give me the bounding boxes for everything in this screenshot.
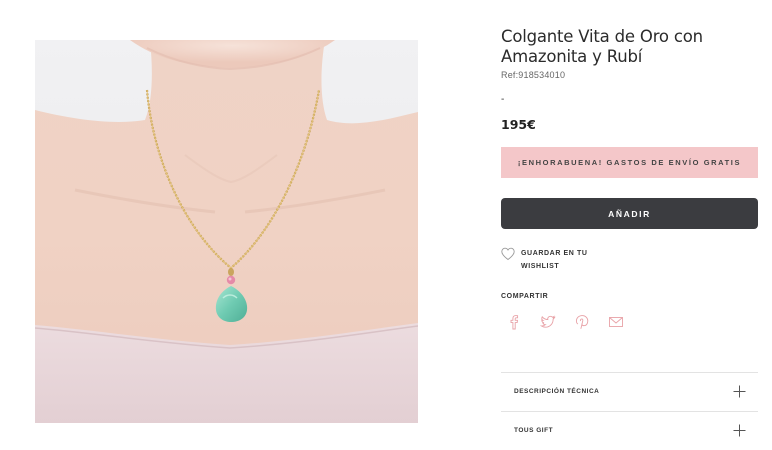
twitter-icon[interactable] [539, 314, 556, 330]
product-reference: Ref:918534010 [501, 70, 566, 80]
share-icons [506, 314, 624, 330]
plus-icon[interactable] [733, 424, 746, 437]
add-to-cart-button[interactable]: AÑADIR [501, 198, 758, 229]
product-title: Colgante Vita de Oro con Amazonita y Rub… [501, 27, 703, 66]
product-variant-placeholder: - [501, 94, 505, 105]
accordion-technical-description[interactable]: DESCRIPCIÓN TÉCNICA [501, 372, 758, 411]
wishlist-label[interactable]: GUARDAR EN TU WISHLIST [521, 248, 611, 273]
plus-icon[interactable] [733, 385, 746, 398]
product-image[interactable] [35, 40, 418, 423]
share-title: COMPARTIR [501, 293, 549, 300]
wishlist-button[interactable]: GUARDAR EN TU WISHLIST [501, 247, 641, 273]
accordion-tous-gift[interactable]: TOUS GIFT [501, 411, 758, 450]
necklace-model-illustration [35, 40, 418, 423]
product-price: 195€ [501, 117, 536, 132]
accordion-label[interactable]: TOUS GIFT [514, 427, 553, 434]
accordion-label[interactable]: DESCRIPCIÓN TÉCNICA [514, 388, 599, 395]
product-info: Colgante Vita de Oro con Amazonita y Rub… [501, 27, 758, 437]
facebook-icon[interactable] [506, 314, 522, 330]
free-shipping-banner: ¡ENHORABUENA! GASTOS DE ENVÍO GRATIS [501, 147, 758, 178]
email-icon[interactable] [608, 314, 624, 330]
heart-icon[interactable] [501, 247, 515, 261]
pinterest-icon[interactable] [574, 314, 590, 330]
